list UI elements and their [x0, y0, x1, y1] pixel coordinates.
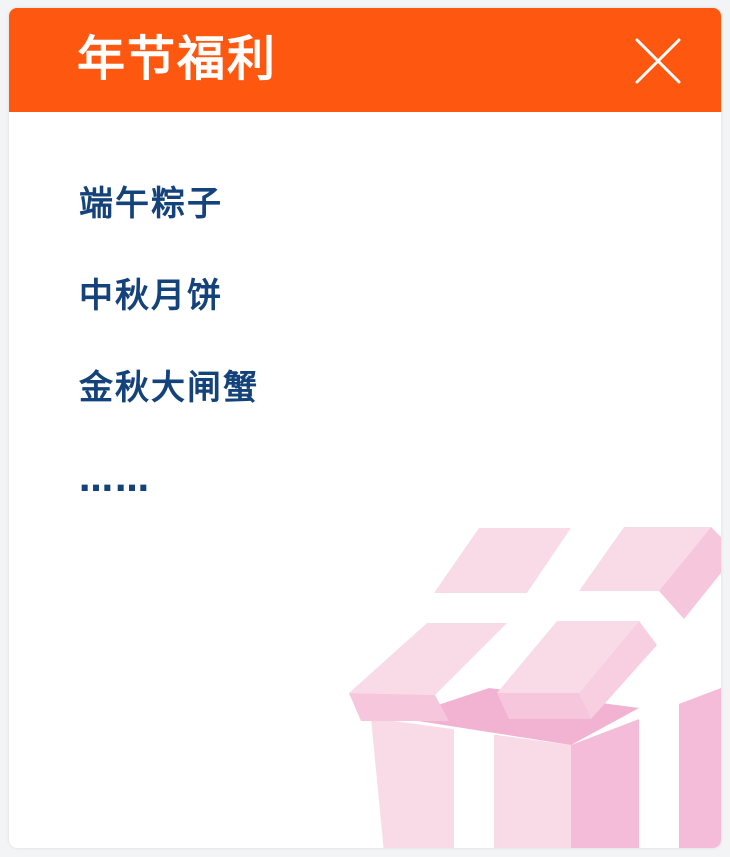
list-item-dragon-boat-zongzi: 端午粽子 [79, 184, 223, 224]
benefits-list: 端午粽子 中秋月饼 金秋大闸蟹 …… [79, 182, 259, 550]
dialog-header: 年节福利 [9, 8, 721, 112]
list-item-ellipsis: …… [79, 460, 151, 500]
dialog-title: 年节福利 [77, 31, 278, 87]
close-button[interactable] [633, 36, 683, 86]
close-icon [635, 38, 681, 84]
benefits-dialog: 年节福利 端午粽子 中秋月饼 金秋大闸蟹 …… [9, 8, 721, 848]
list-item-hairy-crab: 金秋大闸蟹 [79, 368, 259, 408]
list-item-mooncake: 中秋月饼 [79, 276, 223, 316]
gift-box-icon [349, 527, 721, 848]
